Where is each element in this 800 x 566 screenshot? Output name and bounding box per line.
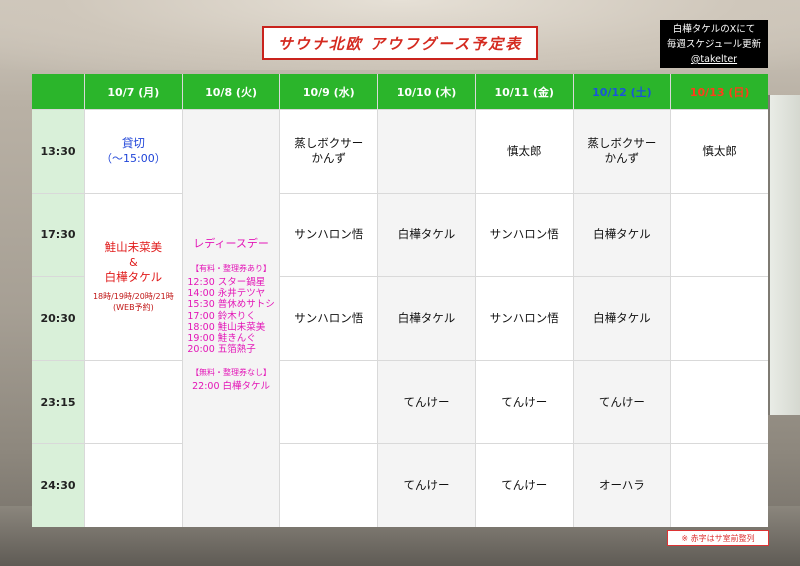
day-header-thu: 10/10 (木) bbox=[378, 74, 475, 109]
time-label: 17:30 bbox=[32, 193, 84, 277]
info-box: 白樺タケルのXにて 毎週スケジュール更新 @takelter bbox=[660, 20, 768, 68]
cell-fri-2030: サンハロン悟 bbox=[475, 277, 573, 360]
mon-amp: & bbox=[129, 256, 138, 270]
mon-name-1: 鮭山未菜美 bbox=[104, 240, 163, 255]
free-tag: 【無料・整理券なし】 bbox=[191, 368, 272, 378]
cell-fri-2430: てんけー bbox=[475, 444, 573, 527]
cell-sat-1330: 蒸しボクサー かんず bbox=[573, 110, 671, 193]
legend-note: ※ 赤字はサ室前整列 bbox=[667, 530, 769, 546]
cell-fri-1330: 慎太郎 bbox=[475, 110, 573, 193]
list-item: 14:00 永井テツヤ bbox=[187, 288, 266, 300]
cell-wed-2030: サンハロン悟 bbox=[280, 277, 378, 360]
cell-tue-ladies-day: レディースデー 【有料・整理券あり】 12:30 スター鍋星 14:00 永井テ… bbox=[182, 110, 280, 527]
cell-sun-1330: 慎太郎 bbox=[671, 110, 768, 193]
info-line-2: 毎週スケジュール更新 bbox=[666, 39, 762, 50]
free-list: 22:00 白樺タケル bbox=[192, 381, 270, 392]
cell-fri-2315: てんけー bbox=[475, 360, 573, 444]
day-header-mon: 10/7 (月) bbox=[85, 74, 182, 109]
cell-sat-2030: 白樺タケル bbox=[573, 277, 671, 360]
ladies-day-title: レディースデー bbox=[193, 237, 269, 250]
list-item: 20:00 五箔熱子 bbox=[187, 344, 256, 356]
cell-thu-1730: 白樺タケル bbox=[378, 193, 475, 277]
mon-name-2: 白樺タケル bbox=[104, 270, 163, 285]
info-line-1: 白樺タケルのXにて bbox=[672, 24, 756, 35]
day-header-wed: 10/9 (水) bbox=[280, 74, 378, 109]
day-header-fri: 10/11 (金) bbox=[475, 74, 573, 109]
paid-list: 12:30 スター鍋星 14:00 永井テツヤ 15:30 普休めサトシ 17:… bbox=[187, 277, 274, 355]
cell-mon-evening: 鮭山未菜美 & 白樺タケル 18時/19時/20時/21時 (WEB予約) bbox=[85, 193, 182, 360]
cell-sat-1730: 白樺タケル bbox=[573, 193, 671, 277]
mon-times: 18時/19時/20時/21時 bbox=[92, 292, 174, 302]
day-header-sat: 10/12 (土) bbox=[573, 74, 671, 109]
paid-tag: 【有料・整理券あり】 bbox=[191, 264, 272, 273]
time-label: 13:30 bbox=[32, 110, 84, 193]
list-item: 15:30 普休めサトシ bbox=[187, 299, 275, 311]
background-window bbox=[767, 95, 800, 415]
list-item: 19:00 鮭きんぐ bbox=[187, 333, 256, 345]
cell-fri-1730: サンハロン悟 bbox=[475, 193, 573, 277]
kashikiri-label: 貸切 bbox=[121, 136, 145, 151]
cell-sat-2430: オーハラ bbox=[573, 444, 671, 527]
schedule-table: 10/7 (月) 10/8 (火) 10/9 (水) 10/10 (木) 10/… bbox=[32, 74, 768, 527]
cell-thu-2030: 白樺タケル bbox=[378, 277, 475, 360]
cell-sun-1730 bbox=[671, 193, 768, 277]
x-handle-link[interactable]: @takelter bbox=[660, 52, 768, 67]
cell-wed-2315 bbox=[280, 360, 378, 444]
kashikiri-sub: （〜15:00） bbox=[101, 152, 166, 166]
time-label: 24:30 bbox=[32, 444, 84, 527]
cell-wed-2430 bbox=[280, 444, 378, 527]
time-label: 20:30 bbox=[32, 277, 84, 360]
day-header-tue: 10/8 (火) bbox=[182, 74, 280, 109]
cell-sat-2315: てんけー bbox=[573, 360, 671, 444]
list-item: 22:00 白樺タケル bbox=[192, 381, 271, 393]
cell-sun-2315 bbox=[671, 360, 768, 444]
cell-sun-2030 bbox=[671, 277, 768, 360]
cell-thu-1330 bbox=[378, 110, 475, 193]
cell-wed-1330: 蒸しボクサー かんず bbox=[280, 110, 378, 193]
cell-mon-2430 bbox=[85, 444, 182, 527]
cell-mon-kashikiri: 貸切 （〜15:00） bbox=[85, 110, 182, 193]
cell-thu-2315: てんけー bbox=[378, 360, 475, 444]
list-item: 18:00 鮭山未菜美 bbox=[187, 321, 266, 333]
page-title: サウナ北欧 アウフグース予定表 bbox=[262, 26, 538, 60]
corner-cell bbox=[32, 74, 84, 109]
cell-wed-1730: サンハロン悟 bbox=[280, 193, 378, 277]
day-header-sun: 10/13 (日) bbox=[671, 74, 768, 109]
time-label: 23:15 bbox=[32, 360, 84, 444]
cell-mon-2315 bbox=[85, 360, 182, 444]
list-item: 17:00 鈴木りく bbox=[187, 310, 256, 322]
mon-web: (WEB予約) bbox=[113, 303, 154, 313]
cell-thu-2430: てんけー bbox=[378, 444, 475, 527]
list-item: 12:30 スター鍋星 bbox=[187, 277, 266, 288]
cell-sun-2430 bbox=[671, 444, 768, 527]
